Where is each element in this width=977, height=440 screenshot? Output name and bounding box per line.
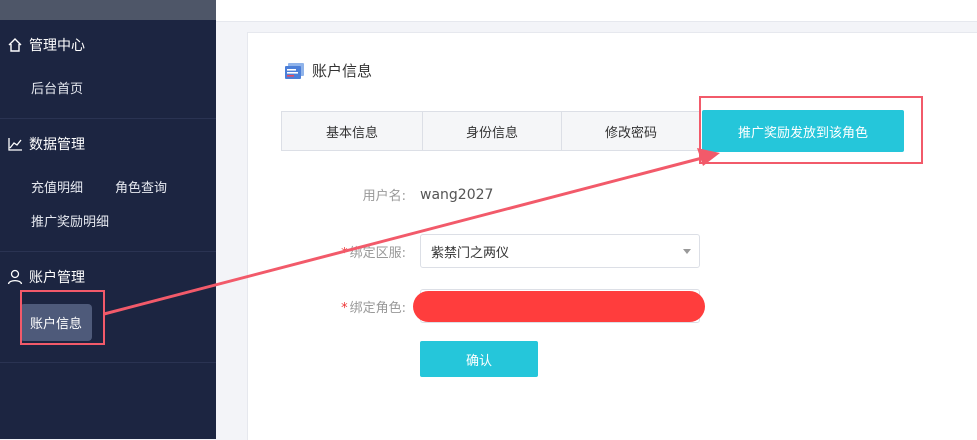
sidebar-section-data-management: 数据管理 充值明细 角色查询 推广奖励明细 xyxy=(0,119,216,252)
account-info-panel: 账户信息 基本信息 身份信息 修改密码 推广奖励发放到该角色 用户名: wang… xyxy=(247,32,977,440)
sidebar-section-header[interactable]: 账户管理 xyxy=(0,252,216,302)
caret-down-icon xyxy=(683,248,691,254)
id-card-icon xyxy=(285,62,304,79)
sidebar-section-header[interactable]: 数据管理 xyxy=(0,119,216,169)
top-header-bar xyxy=(216,0,977,22)
role-row: * 绑定角色: xyxy=(294,289,705,323)
username-label: 用户名: xyxy=(362,189,406,204)
username-value: wang2027 xyxy=(420,186,494,203)
server-row: * 绑定区服: 紫禁门之两仪 xyxy=(294,234,700,268)
chart-line-icon xyxy=(8,138,22,151)
sidebar-section-title: 数据管理 xyxy=(29,137,85,153)
required-asterisk: * xyxy=(341,245,348,261)
role-input[interactable] xyxy=(413,289,705,323)
sidebar-item-promo-reward-details[interactable]: 推广奖励明细 xyxy=(31,211,109,230)
panel-header: 账户信息 xyxy=(284,60,372,81)
redaction-mark xyxy=(413,291,705,322)
tab-promo-reward-to-role[interactable]: 推广奖励发放到该角色 xyxy=(702,110,904,152)
sidebar-item-recharge-details[interactable]: 充值明细 xyxy=(31,177,83,196)
sidebar-section-title: 管理中心 xyxy=(29,38,85,54)
tab-change-password[interactable]: 修改密码 xyxy=(561,111,701,151)
user-icon xyxy=(7,269,23,285)
server-label: * 绑定区服: xyxy=(294,242,420,261)
sidebar-section-management-center: 管理中心 后台首页 xyxy=(0,20,216,119)
sidebar-section-title: 账户管理 xyxy=(29,270,85,286)
sidebar: 管理中心 后台首页 数据管理 充值明细 角色查询 推广奖励明细 账户管理 账户信… xyxy=(0,0,216,439)
server-label-text: 绑定区服: xyxy=(349,245,406,261)
home-icon xyxy=(8,38,22,52)
username-row: 用户名: wang2027 xyxy=(294,185,494,205)
tab-identity-info[interactable]: 身份信息 xyxy=(422,111,562,151)
role-label: * 绑定角色: xyxy=(294,297,420,316)
sidebar-section-account-management: 账户管理 账户信息 xyxy=(0,252,216,363)
role-label-text: 绑定角色: xyxy=(349,300,406,316)
page-title: 账户信息 xyxy=(312,62,373,80)
tab-bar: 基本信息 身份信息 修改密码 推广奖励发放到该角色 xyxy=(281,110,904,152)
sidebar-item-account-info[interactable]: 账户信息 xyxy=(20,303,93,341)
server-select[interactable]: 紫禁门之两仪 xyxy=(420,234,700,268)
required-asterisk: * xyxy=(341,300,348,316)
sidebar-item-dashboard[interactable]: 后台首页 xyxy=(31,78,83,97)
sidebar-topbar xyxy=(0,0,216,20)
sidebar-section-header[interactable]: 管理中心 xyxy=(0,20,216,70)
confirm-button[interactable]: 确认 xyxy=(420,341,538,377)
sidebar-item-role-query[interactable]: 角色查询 xyxy=(115,177,167,196)
server-select-value: 紫禁门之两仪 xyxy=(431,245,510,261)
tab-basic-info[interactable]: 基本信息 xyxy=(281,111,423,151)
